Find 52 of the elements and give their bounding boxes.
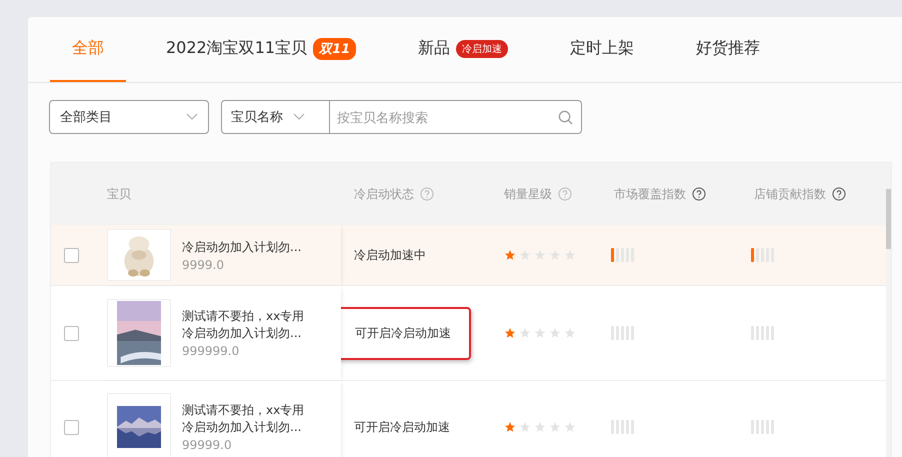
star-icon (534, 249, 546, 261)
product-title: 冷启动勿加入计划勿... (182, 238, 302, 256)
column-label: 店铺贡献指数 (754, 186, 826, 202)
tab-label: 2022淘宝双11宝贝 (166, 38, 308, 59)
checkbox[interactable] (64, 248, 79, 262)
tab-label: 全部 (72, 38, 104, 59)
tab-label: 好货推荐 (696, 38, 760, 59)
tab[interactable]: 新品 冷启加速 (396, 17, 530, 82)
tab-label: 定时上架 (570, 38, 634, 59)
help-icon[interactable] (832, 187, 846, 201)
star-icon (504, 249, 516, 261)
column-label: 冷启动状态 (354, 186, 414, 202)
search-input[interactable]: 按宝贝名称搜索 (335, 108, 539, 126)
star-icon (549, 327, 561, 339)
star-icon (504, 421, 516, 433)
product-price: 9999.0 (182, 258, 225, 272)
status-text: 可开启冷启动加速 (353, 418, 451, 436)
product-title: 测试请不要拍，xx专用冷启动勿加入计划勿... (182, 308, 306, 342)
category-select[interactable]: 全部类目 (49, 100, 209, 134)
product-price: 99999.0 (182, 438, 233, 452)
star-icon (534, 421, 546, 433)
search-type-select[interactable]: 宝贝名称 (221, 100, 330, 134)
scrollbar[interactable] (886, 189, 891, 249)
caret-icon (293, 113, 305, 121)
caret-icon (186, 113, 198, 121)
checkbox[interactable] (64, 326, 79, 340)
tab-badge: 冷启加速 (456, 40, 508, 58)
tab-label: 新品 (418, 38, 450, 59)
tab-badge: 双11 (313, 38, 356, 60)
star-icon (504, 327, 516, 339)
tab[interactable]: 好货推荐 (674, 17, 782, 82)
help-icon[interactable] (692, 187, 706, 201)
tab[interactable]: 2022淘宝双11宝贝 双11 (144, 17, 378, 82)
column-label: 市场覆盖指数 (614, 186, 686, 202)
tab[interactable]: 定时上架 (548, 17, 656, 82)
star-icon (549, 249, 561, 261)
star-icon (564, 249, 576, 261)
checkbox[interactable] (64, 420, 79, 434)
star-icon (519, 421, 531, 433)
star-icon (519, 249, 531, 261)
search-field[interactable]: 按宝贝名称搜索 (330, 100, 582, 134)
star-icon (534, 327, 546, 339)
column-label: 销量星级 (504, 186, 552, 202)
product-title: 测试请不要拍，xx专用冷启动勿加入计划勿... (182, 402, 306, 436)
status-text: 冷启动加速中 (353, 246, 427, 264)
star-icon (549, 421, 561, 433)
search-icon[interactable] (558, 110, 573, 124)
star-icon (519, 327, 531, 339)
star-icon (564, 327, 576, 339)
column-label: 宝贝 (107, 186, 131, 202)
star-icon (564, 421, 576, 433)
product-price: 999999.0 (182, 344, 240, 358)
